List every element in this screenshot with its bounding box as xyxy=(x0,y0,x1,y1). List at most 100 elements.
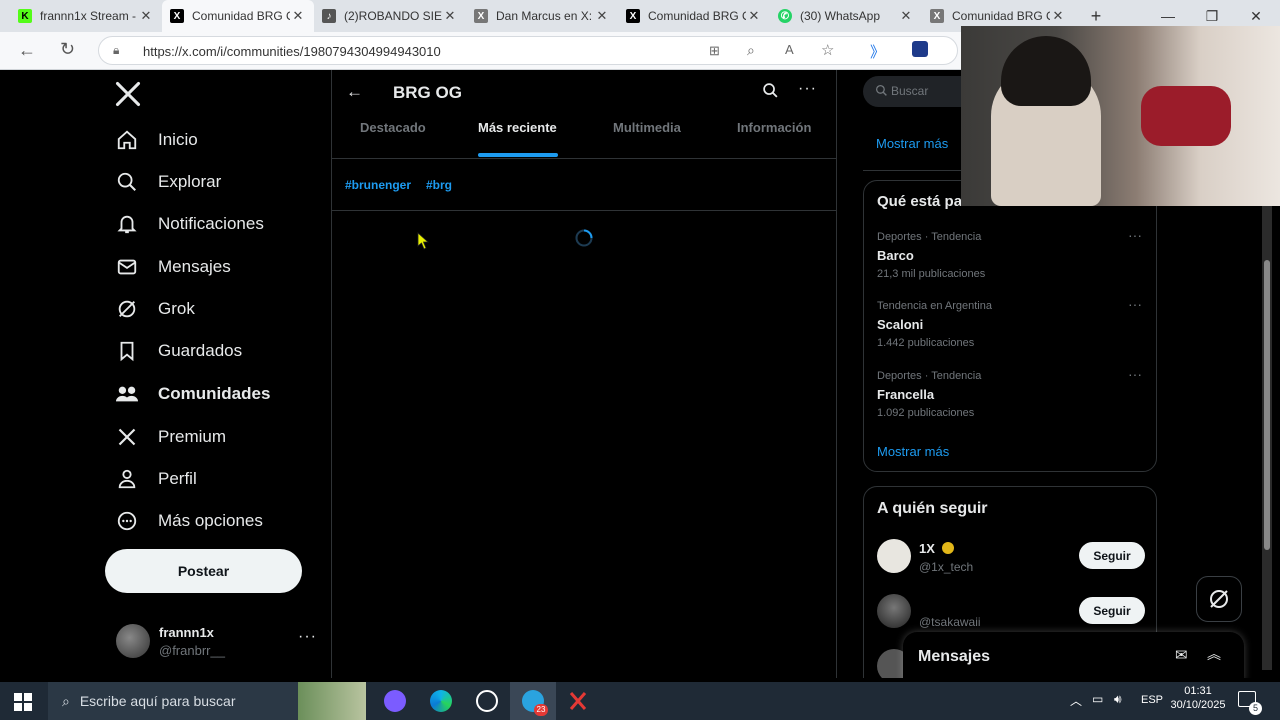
extension-icon[interactable]: 》 xyxy=(870,41,885,62)
windows-start-icon[interactable] xyxy=(14,693,32,711)
close-tab-icon[interactable]: ✕ xyxy=(594,8,610,24)
nav-bookmarks[interactable]: Guardados xyxy=(114,334,242,368)
browser-tab-tiktok[interactable]: ♪ (2)ROBANDO SIEM ✕ xyxy=(314,0,466,32)
nav-more-options[interactable]: Más opciones xyxy=(114,504,263,538)
avatar xyxy=(877,594,911,628)
account-name: frannn1x xyxy=(159,625,214,640)
nav-notifications[interactable]: Notificaciones xyxy=(114,207,264,241)
show-more-link[interactable]: Mostrar más xyxy=(877,444,949,459)
more-circle-icon xyxy=(114,508,140,534)
url-text: https://x.com/i/communities/198079430499… xyxy=(143,44,441,59)
follow-button[interactable]: Seguir xyxy=(1079,542,1145,569)
close-window-button[interactable]: ✕ xyxy=(1236,4,1276,28)
close-tab-icon[interactable]: ✕ xyxy=(442,8,458,24)
telegram-badge: 23 xyxy=(534,704,548,716)
browser-tab-x-post[interactable]: X Dan Marcus en X: " ✕ xyxy=(466,0,618,32)
tab-information[interactable]: Información xyxy=(737,120,811,135)
trend-item[interactable]: Tendencia en Argentina Scaloni 1.442 pub… xyxy=(877,296,1147,352)
trends-card: Qué está pasando Deportes · Tendencia Ba… xyxy=(863,180,1157,472)
address-bar[interactable]: 🔒︎ https://x.com/i/communities/198079430… xyxy=(98,36,958,65)
more-dots-icon[interactable]: ··· xyxy=(798,80,817,98)
trend-item[interactable]: Deportes · Tendencia Barco 21,3 mil publ… xyxy=(877,227,1147,283)
zoom-icon[interactable]: ⌕ xyxy=(747,42,755,59)
app-available-icon[interactable]: ⊞ xyxy=(709,43,720,59)
account-switcher[interactable]: frannn1x @franbrr__ ··· xyxy=(116,622,316,662)
trend-item[interactable]: Deportes · Tendencia Francella 1.092 pub… xyxy=(877,366,1147,422)
tab-most-recent[interactable]: Más reciente xyxy=(478,120,557,135)
post-button[interactable]: Postear xyxy=(105,549,302,593)
tab-featured[interactable]: Destacado xyxy=(360,120,426,135)
reload-icon[interactable]: ↻ xyxy=(60,39,75,60)
favorite-star-icon[interactable]: ☆ xyxy=(821,41,834,59)
scrollbar[interactable] xyxy=(1262,200,1272,670)
clock[interactable]: 01:31 30/10/2025 xyxy=(1170,685,1226,711)
user-handle: @1x_tech xyxy=(919,560,974,574)
grok-icon xyxy=(1210,590,1228,608)
new-message-icon[interactable]: ✉ xyxy=(1175,646,1188,664)
back-arrow-icon[interactable]: ← xyxy=(18,40,36,61)
close-tab-icon[interactable]: ✕ xyxy=(898,8,914,24)
network-icon[interactable]: ▭ xyxy=(1092,692,1103,706)
browser-tab-kick[interactable]: K frannn1x Stream - ✕ xyxy=(10,0,162,32)
language-indicator[interactable]: ESP xyxy=(1141,694,1163,706)
webcam-background-object xyxy=(1141,86,1231,146)
nav-grok[interactable]: Grok xyxy=(114,292,195,326)
grok-floating-button[interactable] xyxy=(1196,576,1242,622)
browser-tab-x-community[interactable]: X Comunidad BRG O ✕ xyxy=(162,0,314,32)
browser-tab-x-community-2[interactable]: X Comunidad BRG O ✕ xyxy=(618,0,770,32)
more-dots-icon[interactable]: ··· xyxy=(1128,366,1142,382)
nav-communities[interactable]: Comunidades xyxy=(114,377,270,411)
extension-icon[interactable] xyxy=(912,41,928,57)
whatsapp-icon: ✆ xyxy=(778,9,792,23)
messages-drawer[interactable]: Mensajes ✉ ︽ xyxy=(903,632,1244,678)
discord-icon[interactable] xyxy=(384,690,406,712)
more-dots-icon[interactable]: ··· xyxy=(1128,296,1142,312)
hashtag-link[interactable]: #brunenger xyxy=(345,178,411,192)
follow-button[interactable]: Seguir xyxy=(1079,597,1145,624)
more-dots-icon[interactable]: ··· xyxy=(298,628,317,646)
volume-icon[interactable]: 🔊︎ xyxy=(1114,692,1122,707)
follow-suggestion[interactable]: 1X @1x_tech Seguir xyxy=(877,539,1147,579)
nav-home[interactable]: Inicio xyxy=(114,123,198,157)
tab-media[interactable]: Multimedia xyxy=(613,120,681,135)
nav-premium[interactable]: Premium xyxy=(114,420,226,454)
search-icon[interactable] xyxy=(762,82,780,100)
bookmark-icon xyxy=(114,338,140,364)
search-icon xyxy=(114,169,140,195)
hashtag-link[interactable]: #brg xyxy=(426,178,452,192)
x-app-icon[interactable] xyxy=(568,690,588,712)
lock-icon[interactable]: 🔒︎ xyxy=(113,43,119,58)
read-aloud-icon[interactable]: A xyxy=(785,42,794,57)
active-tab-indicator xyxy=(478,153,558,157)
minimize-button[interactable]: — xyxy=(1148,4,1188,28)
nav-explore[interactable]: Explorar xyxy=(114,165,221,199)
more-dots-icon[interactable]: ··· xyxy=(1128,227,1142,243)
close-tab-icon[interactable]: ✕ xyxy=(746,8,762,24)
follow-suggestion[interactable]: @tsakawaii Seguir xyxy=(877,594,1147,634)
x-logo-icon[interactable] xyxy=(114,80,142,108)
close-tab-icon[interactable]: ✕ xyxy=(138,8,154,24)
expand-chevron-icon[interactable]: ︽ xyxy=(1207,644,1221,664)
avatar xyxy=(116,624,150,658)
close-tab-icon[interactable]: ✕ xyxy=(1050,8,1066,24)
back-arrow-icon[interactable]: ← xyxy=(346,82,363,102)
taskbar-search-box[interactable]: ⌕ Escribe aquí para buscar xyxy=(48,682,298,720)
bell-icon xyxy=(114,211,140,237)
restore-button[interactable]: ❐ xyxy=(1192,4,1232,28)
nav-messages[interactable]: Mensajes xyxy=(114,250,231,284)
new-tab-button[interactable]: + xyxy=(1084,4,1108,28)
nav-profile[interactable]: Perfil xyxy=(114,462,197,496)
account-handle: @franbrr__ xyxy=(159,643,225,658)
grok-icon xyxy=(114,296,140,322)
edge-icon[interactable] xyxy=(430,690,452,712)
clock-app-icon[interactable] xyxy=(476,690,498,712)
close-tab-icon[interactable]: ✕ xyxy=(290,8,306,24)
show-more-link[interactable]: Mostrar más xyxy=(876,136,948,151)
loading-spinner xyxy=(574,228,594,248)
telegram-taskbar-button[interactable]: 23 xyxy=(510,682,556,720)
scrollbar-thumb[interactable] xyxy=(1264,260,1270,550)
chevron-up-icon[interactable]: ︿ xyxy=(1070,692,1082,709)
tiktok-icon: ♪ xyxy=(322,9,336,23)
browser-tab-whatsapp[interactable]: ✆ (30) WhatsApp ✕ xyxy=(770,0,922,32)
webcam-hair xyxy=(1001,36,1091,106)
